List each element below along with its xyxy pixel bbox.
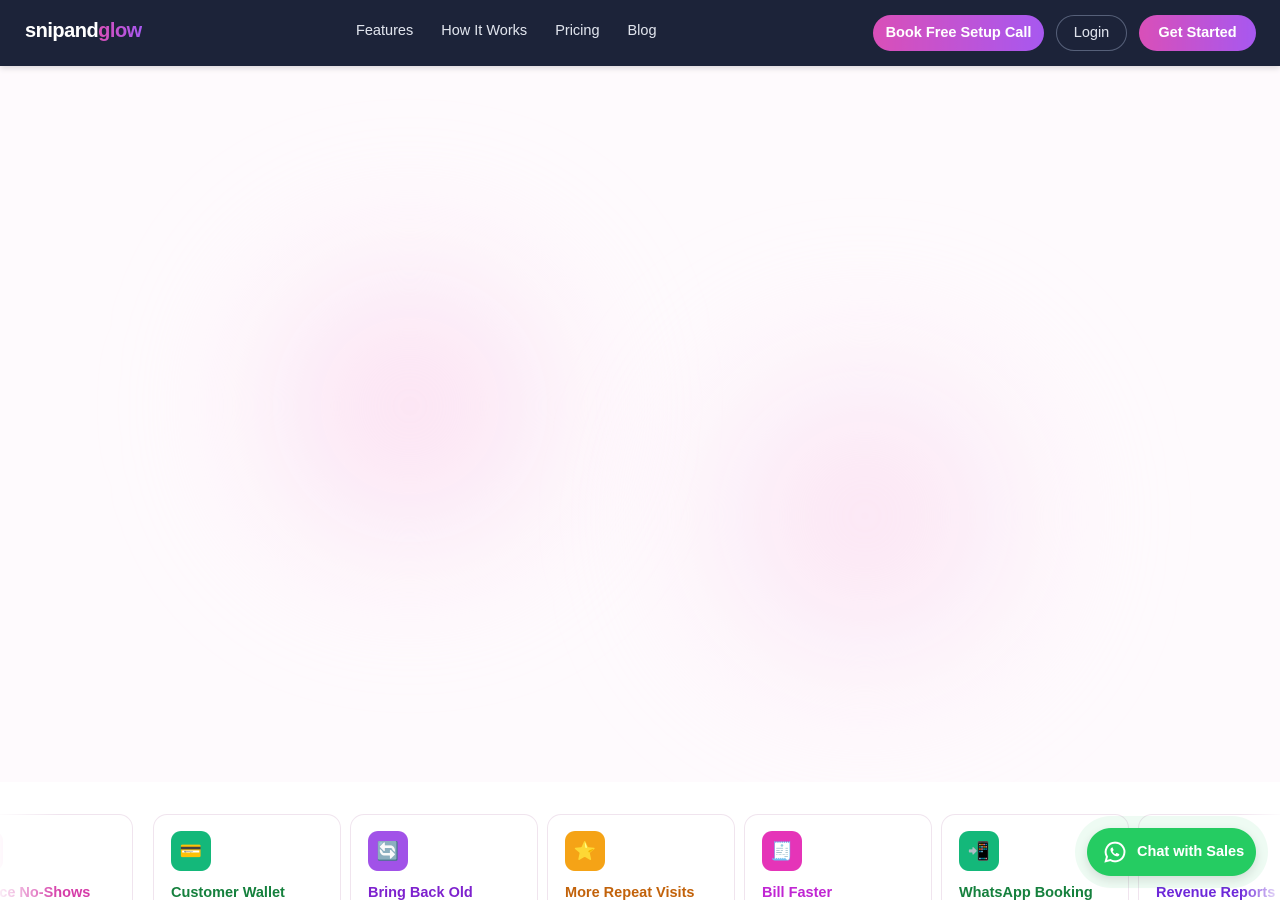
feature-card[interactable]: ⭐ More Repeat Visits: [547, 814, 735, 900]
book-setup-call-button[interactable]: Book Free Setup Call: [873, 15, 1044, 51]
star-icon: ⭐: [565, 831, 605, 871]
get-started-button[interactable]: Get Started: [1139, 15, 1256, 51]
whatsapp-icon: [1104, 841, 1126, 863]
feature-card-label: More Repeat Visits: [565, 885, 695, 900]
logo-text-primary: snipand: [25, 20, 99, 42]
feature-card-label: Customer Wallet: [171, 885, 285, 900]
feature-card-label: Bring Back Old: [368, 885, 473, 900]
brand-logo[interactable]: snipandglow: [25, 20, 142, 43]
login-button[interactable]: Login: [1056, 15, 1127, 51]
hero-gradient-blob-right: [650, 316, 1080, 716]
feature-card[interactable]: Reduce No-Shows: [0, 814, 133, 900]
hero-section: [0, 66, 1280, 782]
feature-card[interactable]: 🔄 Bring Back Old: [350, 814, 538, 900]
mobile-icon: 📲: [959, 831, 999, 871]
feature-card-label: Reduce No-Shows: [0, 885, 91, 900]
top-navbar: snipandglow Features How It Works Pricin…: [0, 0, 1280, 66]
hero-gradient-blob-left: [210, 216, 610, 596]
feature-card-label: Bill Faster: [762, 885, 833, 900]
chat-button-label: Chat with Sales: [1137, 844, 1245, 860]
nav-link-blog[interactable]: Blog: [628, 23, 657, 39]
credit-card-icon: 💳: [171, 831, 211, 871]
receipt-icon: 🧾: [762, 831, 802, 871]
feature-cards-marquee: Reduce No-Shows 💳 Customer Wallet 🔄 Brin…: [0, 782, 1280, 900]
chat-with-sales-button[interactable]: Chat with Sales: [1087, 828, 1256, 876]
main-nav: Features How It Works Pricing Blog: [356, 23, 657, 39]
feature-card[interactable]: 💳 Customer Wallet: [153, 814, 341, 900]
calendar-icon: [0, 831, 3, 871]
logo-text-accent: glow: [98, 20, 142, 42]
feature-card[interactable]: 🧾 Bill Faster: [744, 814, 932, 900]
nav-link-how-it-works[interactable]: How It Works: [441, 23, 527, 39]
feature-card-label: Revenue Reports: [1156, 885, 1276, 900]
feature-card-label: WhatsApp Booking: [959, 885, 1093, 900]
nav-link-pricing[interactable]: Pricing: [555, 23, 599, 39]
refresh-icon: 🔄: [368, 831, 408, 871]
nav-link-features[interactable]: Features: [356, 23, 413, 39]
